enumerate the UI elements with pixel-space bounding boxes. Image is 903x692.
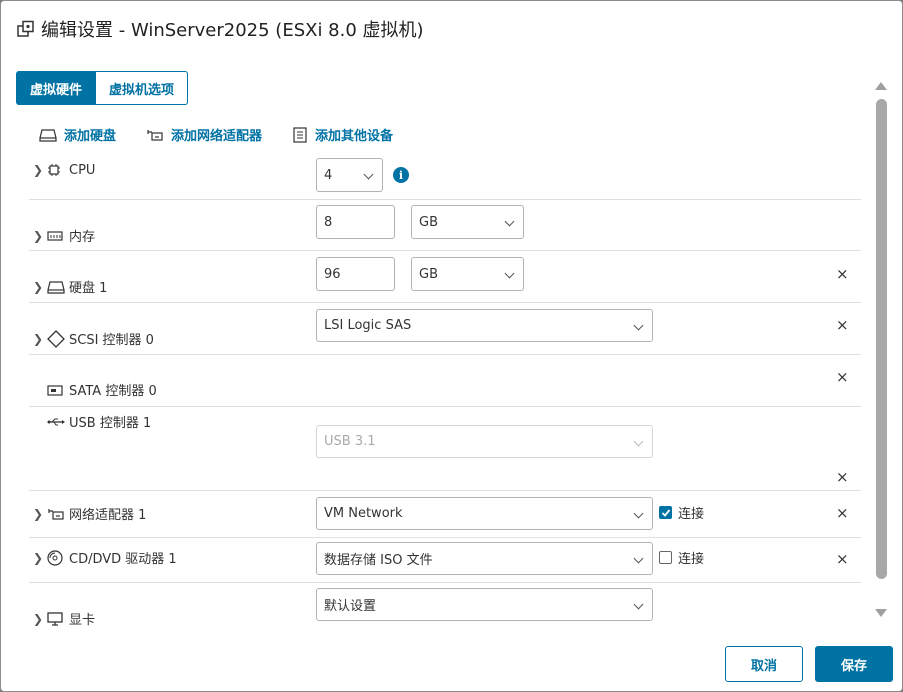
edit-settings-dialog: 编辑设置 - WinServer2025 (ESXi 8.0 虚拟机) 虚拟硬件… (0, 0, 903, 692)
video-card-expander[interactable]: ❯ 显卡 (33, 609, 96, 627)
info-icon[interactable]: i (393, 167, 409, 183)
cd-dvd-media-select[interactable]: 数据存储 ISO 文件 (316, 542, 653, 575)
device-row-hard-disk: ❯ 硬盘 1 96 GB × (29, 250, 861, 303)
network-adapter-label: 网络适配器 1 (69, 508, 147, 523)
usb-type-select: USB 3.1 (316, 425, 653, 458)
usb-icon (47, 414, 65, 430)
scsi-type-select[interactable]: LSI Logic SAS (316, 309, 653, 342)
remove-nic-icon[interactable]: × (836, 504, 849, 522)
memory-expander[interactable]: ❯ 内存 (33, 226, 96, 246)
chevron-right-icon: ❯ (33, 611, 44, 626)
device-row-video-card: ❯ 显卡 默认设置 (29, 583, 861, 626)
device-row-cd-dvd: ❯ CD/DVD 驱动器 1 数据存储 ISO 文件 连接 × (29, 537, 861, 583)
hard-disk-expander[interactable]: ❯ 硬盘 1 (33, 277, 108, 297)
device-row-sata: SATA 控制器 0 × (29, 354, 861, 406)
network-adapter-expander[interactable]: ❯ 网络适配器 1 (33, 504, 147, 524)
disk-unit-select[interactable]: GB (411, 257, 524, 291)
chevron-right-icon: ❯ (33, 550, 44, 565)
add-other-device-label: 添加其他设备 (315, 129, 394, 144)
remove-scsi-icon[interactable]: × (836, 316, 849, 334)
sata-label: SATA 控制器 0 (69, 384, 157, 399)
memory-label: 内存 (69, 230, 96, 245)
add-disk-label: 添加硬盘 (64, 129, 117, 144)
vm-settings-icon (17, 20, 35, 38)
remove-sata-icon[interactable]: × (836, 368, 849, 386)
video-card-settings-select[interactable]: 默认设置 (316, 588, 653, 621)
device-row-usb: USB 控制器 1 USB 3.1 × (29, 407, 861, 491)
vertical-scrollbar[interactable] (872, 77, 890, 623)
remove-cd-dvd-icon[interactable]: × (836, 550, 849, 568)
cd-dvd-expander[interactable]: ❯ CD/DVD 驱动器 1 (33, 548, 177, 567)
hardware-list: ❯ CPU 4 i ❯ 内存 8 GB ❯ 硬盘 1 96 GB × ❯ SCS… (29, 151, 861, 626)
disk-size-input[interactable]: 96 (316, 257, 395, 291)
checkbox-unchecked-icon (659, 551, 672, 564)
device-row-memory: ❯ 内存 8 GB (29, 199, 861, 251)
device-row-network-adapter: ❯ 网络适配器 1 VM Network 连接 × (29, 491, 861, 538)
chevron-right-icon: ❯ (33, 279, 44, 294)
chevron-right-icon: ❯ (33, 228, 44, 243)
tab-vm-options[interactable]: 虚拟机选项 (96, 71, 189, 105)
cancel-button[interactable]: 取消 (725, 646, 803, 682)
cd-dvd-label: CD/DVD 驱动器 1 (69, 552, 177, 567)
save-button[interactable]: 保存 (815, 646, 893, 682)
usb-label: USB 控制器 1 (69, 416, 152, 431)
memory-unit-select[interactable]: GB (411, 205, 524, 239)
tab-virtual-hardware[interactable]: 虚拟硬件 (16, 71, 97, 105)
cpu-expander[interactable]: ❯ CPU (33, 162, 95, 178)
network-adapter-icon (47, 506, 65, 522)
add-disk-button[interactable]: 添加硬盘 (39, 125, 116, 144)
video-card-label: 显卡 (69, 613, 96, 626)
dialog-titlebar: 编辑设置 - WinServer2025 (ESXi 8.0 虚拟机) (17, 15, 424, 43)
chevron-right-icon: ❯ (33, 506, 44, 521)
chevron-right-icon: ❯ (33, 331, 44, 346)
usb-row-label: USB 控制器 1 (33, 412, 151, 431)
scrollbar-thumb[interactable] (876, 99, 887, 579)
scsi-controller-icon (47, 329, 65, 348)
cpu-count-select[interactable]: 4 (316, 158, 383, 192)
sata-controller-icon (47, 382, 65, 398)
scsi-label: SCSI 控制器 0 (69, 333, 154, 348)
tab-bar: 虚拟硬件 虚拟机选项 (16, 71, 189, 105)
nic-connect-checkbox[interactable]: 连接 (659, 503, 704, 522)
scsi-expander[interactable]: ❯ SCSI 控制器 0 (33, 329, 154, 348)
disk-icon (47, 279, 65, 295)
network-adapter-icon (147, 129, 163, 141)
disk-icon (39, 128, 57, 142)
device-row-scsi: ❯ SCSI 控制器 0 LSI Logic SAS × (29, 302, 861, 355)
cd-dvd-connect-label: 连接 (678, 552, 705, 567)
remove-disk-icon[interactable]: × (836, 265, 849, 283)
add-nic-label: 添加网络适配器 (171, 129, 263, 144)
sata-row-label: SATA 控制器 0 (33, 380, 157, 399)
add-other-device-button[interactable]: 添加其他设备 (292, 125, 393, 144)
memory-size-input[interactable]: 8 (316, 205, 395, 239)
cpu-icon (47, 162, 65, 178)
device-row-cpu: ❯ CPU 4 i (29, 151, 861, 200)
cd-dvd-icon (47, 549, 65, 566)
remove-usb-icon[interactable]: × (836, 468, 849, 486)
add-device-toolbar: 添加硬盘 添加网络适配器 添加其他设备 (39, 125, 423, 144)
dialog-title: 编辑设置 - WinServer2025 (ESXi 8.0 虚拟机) (41, 20, 424, 41)
network-select[interactable]: VM Network (316, 497, 653, 530)
other-device-icon (293, 126, 307, 143)
hard-disk-label: 硬盘 1 (69, 281, 108, 296)
checkbox-checked-icon (659, 506, 672, 519)
chevron-right-icon: ❯ (33, 163, 44, 177)
cd-dvd-connect-checkbox[interactable]: 连接 (659, 548, 704, 567)
memory-icon (47, 228, 65, 244)
monitor-icon (47, 611, 65, 627)
nic-connect-label: 连接 (678, 507, 705, 522)
scroll-down-icon[interactable] (875, 609, 887, 617)
cpu-label: CPU (69, 162, 96, 178)
scroll-up-icon[interactable] (875, 82, 887, 90)
add-nic-button[interactable]: 添加网络适配器 (146, 125, 262, 144)
